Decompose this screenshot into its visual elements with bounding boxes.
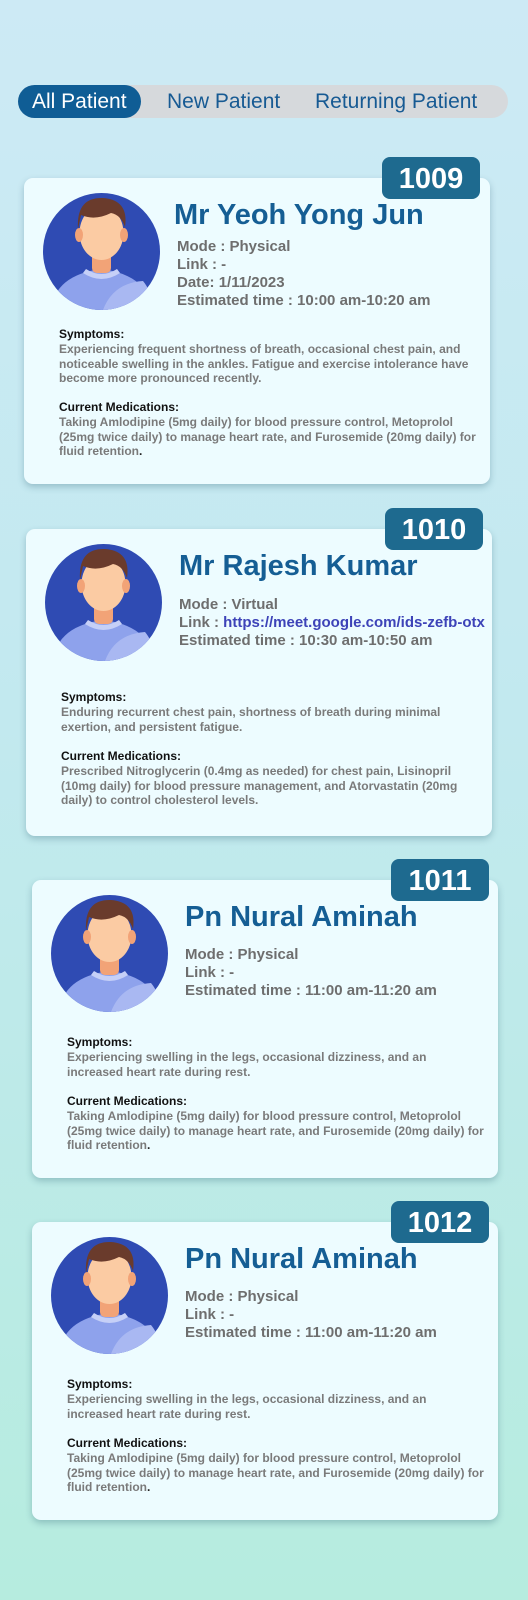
link-value: - — [221, 256, 227, 273]
link-value: - — [229, 1306, 235, 1323]
estimated-time-value: 11:00 am-11:20 am — [305, 1324, 437, 1341]
patient-name: Pn Nural Aminah — [185, 1243, 418, 1275]
link-label: Link : — [179, 614, 224, 631]
estimated-time-value: 10:30 am-10:50 am — [299, 632, 433, 649]
mode-label: Mode : — [185, 946, 238, 963]
link-label: Link : — [185, 964, 230, 981]
symptoms-text: Enduring recurrent chest pain, shortness… — [61, 705, 441, 734]
medications-heading: Current Medications: — [67, 1436, 188, 1450]
symptoms-heading: Symptoms: — [59, 327, 125, 341]
symptoms-text: Experiencing swelling in the legs, occas… — [67, 1050, 427, 1079]
symptoms-text: Experiencing frequent shortness of breat… — [59, 342, 469, 385]
mode-label: Mode : — [179, 596, 232, 613]
queue-number-badge: 1009 — [382, 157, 480, 199]
medications-text: Prescribed Nitroglycerin (0.4mg as neede… — [61, 764, 458, 807]
estimated-time-label: Estimated time : — [177, 292, 298, 309]
patient-name: Mr Yeoh Yong Jun — [174, 199, 424, 231]
medications-text: Taking Amlodipine (5mg daily) for blood … — [59, 415, 476, 458]
male-patient-avatar-icon — [43, 193, 160, 310]
meeting-link[interactable]: https://meet.google.com/ids-zefb-otx — [223, 614, 485, 631]
medications-value: Taking Amlodipine (5mg daily) for blood … — [67, 1451, 484, 1494]
symptoms-heading: Symptoms: — [67, 1377, 133, 1391]
queue-number-badge: 1012 — [391, 1201, 489, 1243]
estimated-time-value: 11:00 am-11:20 am — [305, 982, 437, 999]
symptoms-heading: Symptoms: — [67, 1035, 133, 1049]
male-patient-avatar-icon — [51, 895, 168, 1012]
mode-value: Physical — [237, 1288, 299, 1305]
medications-text: Taking Amlodipine (5mg daily) for blood … — [67, 1451, 484, 1494]
date-value: 1/11/2023 — [218, 274, 285, 291]
medications-value: Taking Amlodipine (5mg daily) for blood … — [59, 415, 476, 458]
patient-name: Mr Rajesh Kumar — [179, 550, 418, 582]
estimated-time-label: Estimated time : — [185, 1324, 306, 1341]
tab-all-patient[interactable]: All Patient — [18, 85, 141, 118]
tab-new-patient[interactable]: New Patient — [167, 85, 280, 118]
link-label: Link : — [185, 1306, 230, 1323]
appointment-details: Mode : Virtual Link : https://meet.googl… — [179, 596, 485, 650]
estimated-time-label: Estimated time : — [185, 982, 306, 999]
appointment-details: Mode : Physical Link : - Date: 1/11/2023… — [177, 238, 430, 310]
mode-value: Physical — [237, 946, 299, 963]
mode-label: Mode : — [185, 1288, 238, 1305]
link-value: - — [229, 964, 235, 981]
medications-value: Taking Amlodipine (5mg daily) for blood … — [67, 1109, 484, 1152]
tab-returning-patient[interactable]: Returning Patient — [315, 85, 477, 118]
mode-label: Mode : — [177, 238, 230, 255]
male-patient-avatar-icon — [51, 1237, 168, 1354]
estimated-time-value: 10:00 am-10:20 am — [297, 292, 431, 309]
appointment-details: Mode : Physical Link : - Estimated time … — [185, 946, 437, 1000]
male-patient-avatar-icon — [45, 544, 162, 661]
date-label: Date: — [177, 274, 219, 291]
medications-heading: Current Medications: — [67, 1094, 188, 1108]
patient-name: Pn Nural Aminah — [185, 901, 418, 933]
patient-filter-tabs: All Patient New Patient Returning Patien… — [18, 85, 508, 118]
medications-heading: Current Medications: — [61, 749, 182, 763]
estimated-time-label: Estimated time : — [179, 632, 300, 649]
appointment-details: Mode : Physical Link : - Estimated time … — [185, 1288, 437, 1342]
symptoms-text: Experiencing swelling in the legs, occas… — [67, 1392, 427, 1421]
queue-number-badge: 1010 — [385, 508, 483, 550]
queue-number-badge: 1011 — [391, 859, 489, 901]
link-label: Link : — [177, 256, 222, 273]
mode-value: Virtual — [231, 596, 278, 613]
symptoms-heading: Symptoms: — [61, 690, 127, 704]
mode-value: Physical — [229, 238, 291, 255]
medications-text: Taking Amlodipine (5mg daily) for blood … — [67, 1109, 484, 1152]
medications-heading: Current Medications: — [59, 400, 180, 414]
